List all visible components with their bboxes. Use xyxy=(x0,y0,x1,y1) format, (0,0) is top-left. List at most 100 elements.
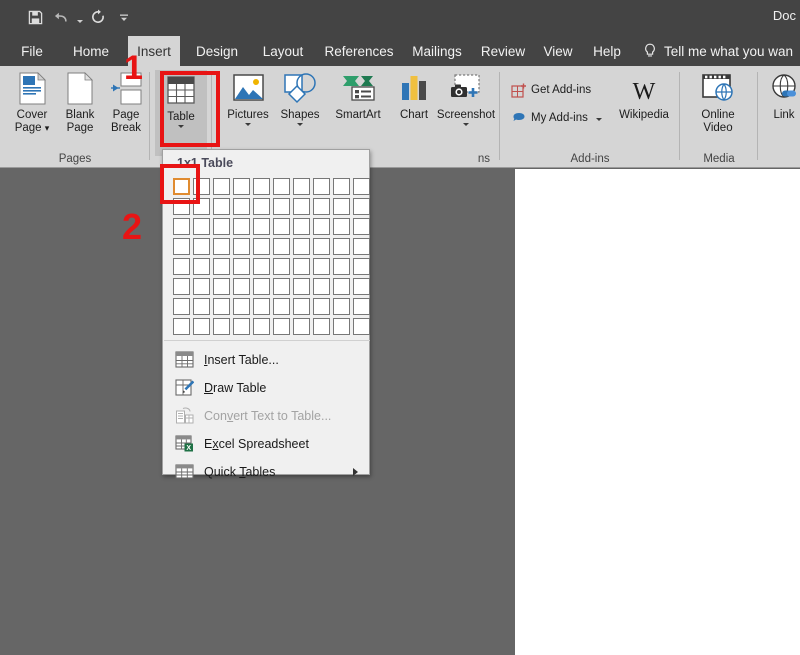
table-size-cell-8x8[interactable] xyxy=(311,316,331,336)
table-size-cell-9x7[interactable] xyxy=(331,296,351,316)
table-size-cell-4x1[interactable] xyxy=(231,176,251,196)
table-size-cell-2x7[interactable] xyxy=(191,296,211,316)
pictures-button[interactable]: Pictures xyxy=(222,70,274,126)
table-size-cell-7x1[interactable] xyxy=(291,176,311,196)
tab-mailings[interactable]: Mailings xyxy=(404,36,470,66)
table-size-cell-3x1[interactable] xyxy=(211,176,231,196)
table-size-cell-8x1[interactable] xyxy=(311,176,331,196)
table-size-cell-9x4[interactable] xyxy=(331,236,351,256)
tab-file[interactable]: File xyxy=(10,36,54,66)
tab-insert[interactable]: Insert xyxy=(128,36,180,66)
table-size-cell-4x8[interactable] xyxy=(231,316,251,336)
table-size-cell-9x2[interactable] xyxy=(331,196,351,216)
table-size-cell-9x6[interactable] xyxy=(331,276,351,296)
table-size-cell-8x3[interactable] xyxy=(311,216,331,236)
table-size-cell-4x5[interactable] xyxy=(231,256,251,276)
table-size-cell-6x2[interactable] xyxy=(271,196,291,216)
tab-help[interactable]: Help xyxy=(586,36,628,66)
table-size-cell-1x3[interactable] xyxy=(171,216,191,236)
table-button[interactable]: Table xyxy=(155,70,207,156)
document-page[interactable] xyxy=(515,169,800,655)
table-size-cell-5x8[interactable] xyxy=(251,316,271,336)
table-size-cell-6x4[interactable] xyxy=(271,236,291,256)
table-size-cell-6x5[interactable] xyxy=(271,256,291,276)
undo-dropdown-icon[interactable] xyxy=(74,6,85,28)
tab-design[interactable]: Design xyxy=(188,36,246,66)
table-size-cell-3x7[interactable] xyxy=(211,296,231,316)
table-size-cell-6x1[interactable] xyxy=(271,176,291,196)
table-size-cell-6x7[interactable] xyxy=(271,296,291,316)
tab-layout[interactable]: Layout xyxy=(254,36,312,66)
table-size-cell-10x6[interactable] xyxy=(351,276,371,296)
table-size-cell-4x6[interactable] xyxy=(231,276,251,296)
table-size-cell-2x6[interactable] xyxy=(191,276,211,296)
table-size-cell-5x7[interactable] xyxy=(251,296,271,316)
table-size-cell-3x6[interactable] xyxy=(211,276,231,296)
table-size-cell-1x7[interactable] xyxy=(171,296,191,316)
shapes-button[interactable]: Shapes xyxy=(274,70,326,126)
table-size-cell-3x3[interactable] xyxy=(211,216,231,236)
screenshot-button[interactable]: Screenshot xyxy=(434,70,498,126)
table-size-cell-2x3[interactable] xyxy=(191,216,211,236)
tab-home[interactable]: Home xyxy=(62,36,120,66)
table-size-cell-3x4[interactable] xyxy=(211,236,231,256)
redo-icon[interactable] xyxy=(85,6,111,28)
table-size-cell-9x1[interactable] xyxy=(331,176,351,196)
table-size-cell-1x6[interactable] xyxy=(171,276,191,296)
undo-icon[interactable] xyxy=(48,6,74,28)
menu-item-excel-spreadsheet[interactable]: X Excel Spreadsheet xyxy=(164,430,370,457)
table-size-cell-4x7[interactable] xyxy=(231,296,251,316)
table-size-cell-2x1[interactable] xyxy=(191,176,211,196)
tab-view[interactable]: View xyxy=(536,36,580,66)
table-size-cell-1x5[interactable] xyxy=(171,256,191,276)
table-size-cell-4x4[interactable] xyxy=(231,236,251,256)
my-addins-dropdown-caret-icon[interactable] xyxy=(595,112,602,124)
table-size-cell-7x5[interactable] xyxy=(291,256,311,276)
table-size-cell-10x3[interactable] xyxy=(351,216,371,236)
table-size-cell-2x4[interactable] xyxy=(191,236,211,256)
table-size-cell-4x2[interactable] xyxy=(231,196,251,216)
wikipedia-button[interactable]: W Wikipedia xyxy=(613,76,675,122)
table-size-cell-5x5[interactable] xyxy=(251,256,271,276)
table-size-cell-6x8[interactable] xyxy=(271,316,291,336)
table-size-cell-3x8[interactable] xyxy=(211,316,231,336)
table-size-cell-1x1[interactable] xyxy=(171,176,191,196)
my-addins-button[interactable]: My Add-ins xyxy=(510,110,602,126)
table-size-cell-4x3[interactable] xyxy=(231,216,251,236)
menu-item-draw-table[interactable]: Draw Table xyxy=(164,374,370,401)
smartart-button[interactable]: SmartArt xyxy=(327,70,389,122)
table-size-cell-8x5[interactable] xyxy=(311,256,331,276)
link-button[interactable]: Link xyxy=(758,70,800,122)
table-size-cell-8x7[interactable] xyxy=(311,296,331,316)
table-size-cell-8x6[interactable] xyxy=(311,276,331,296)
pictures-dropdown-caret-icon[interactable] xyxy=(245,123,251,126)
shapes-dropdown-caret-icon[interactable] xyxy=(297,123,303,126)
tab-references[interactable]: References xyxy=(320,36,398,66)
tab-review[interactable]: Review xyxy=(476,36,530,66)
customize-qat-icon[interactable] xyxy=(111,6,137,28)
table-size-cell-10x8[interactable] xyxy=(351,316,371,336)
table-size-cell-5x2[interactable] xyxy=(251,196,271,216)
table-size-cell-7x4[interactable] xyxy=(291,236,311,256)
table-size-cell-1x4[interactable] xyxy=(171,236,191,256)
table-size-cell-6x6[interactable] xyxy=(271,276,291,296)
table-size-cell-10x1[interactable] xyxy=(351,176,371,196)
page-break-button[interactable]: Page Break xyxy=(100,70,152,135)
table-size-cell-9x8[interactable] xyxy=(331,316,351,336)
table-size-grid[interactable] xyxy=(171,176,371,336)
table-size-cell-1x8[interactable] xyxy=(171,316,191,336)
screenshot-dropdown-caret-icon[interactable] xyxy=(463,123,469,126)
table-size-cell-7x7[interactable] xyxy=(291,296,311,316)
table-size-cell-10x2[interactable] xyxy=(351,196,371,216)
table-size-cell-9x5[interactable] xyxy=(331,256,351,276)
tell-me-search[interactable]: Tell me what you wan xyxy=(643,36,793,66)
table-size-cell-2x2[interactable] xyxy=(191,196,211,216)
table-size-cell-7x6[interactable] xyxy=(291,276,311,296)
table-size-cell-1x2[interactable] xyxy=(171,196,191,216)
table-size-cell-10x7[interactable] xyxy=(351,296,371,316)
menu-item-quick-tables[interactable]: Quick Tables xyxy=(164,458,370,485)
table-size-cell-5x1[interactable] xyxy=(251,176,271,196)
table-size-cell-5x6[interactable] xyxy=(251,276,271,296)
table-size-cell-8x2[interactable] xyxy=(311,196,331,216)
table-size-cell-8x4[interactable] xyxy=(311,236,331,256)
